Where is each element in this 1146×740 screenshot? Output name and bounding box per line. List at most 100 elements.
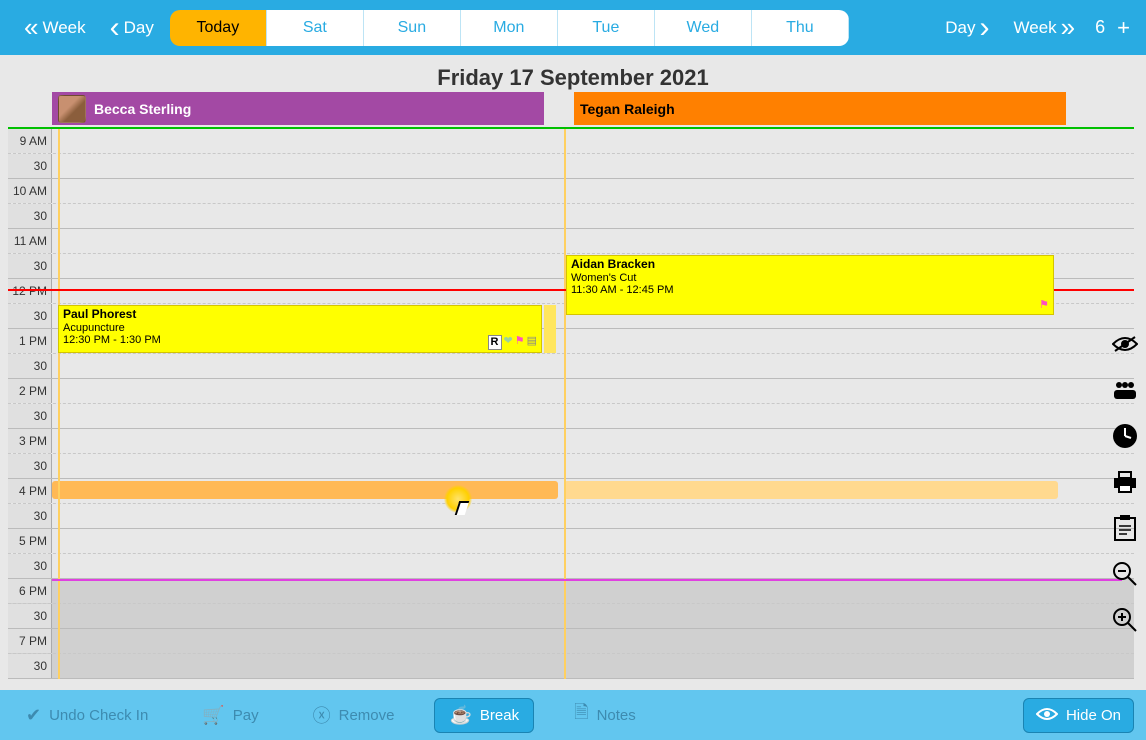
staff-header-row: Becca Sterling Tegan Raleigh — [52, 92, 1134, 125]
time-row[interactable]: 7 PM — [8, 629, 1134, 654]
pay-label: Pay — [233, 707, 259, 724]
count-display: 6 — [1095, 17, 1105, 38]
flag-icon: ⚑ — [515, 335, 525, 350]
side-toolbar — [1104, 330, 1146, 634]
time-band — [564, 481, 1058, 499]
zoom-out-icon[interactable] — [1111, 560, 1139, 588]
time-label: 5 PM — [8, 529, 52, 553]
appointment-edge — [544, 305, 556, 353]
time-label: 30 — [8, 654, 52, 678]
staff-column-becca[interactable]: Becca Sterling — [52, 92, 544, 125]
day-forward-button[interactable]: Day — [933, 11, 1001, 45]
time-label: 9 AM — [8, 129, 52, 153]
time-label: 7 PM — [8, 629, 52, 653]
flag-icon: ⚑ — [1039, 299, 1049, 312]
remove-button[interactable]: ⓧ Remove — [299, 696, 409, 734]
week-forward-label: Week — [1014, 18, 1057, 38]
time-row[interactable]: 30 — [8, 504, 1134, 529]
column-divider — [58, 129, 60, 679]
tab-tue[interactable]: Tue — [558, 10, 655, 46]
appointment-client-name: Aidan Bracken — [571, 258, 1049, 272]
time-row[interactable]: 30 — [8, 654, 1134, 679]
time-row[interactable]: 5 PM — [8, 529, 1134, 554]
break-label: Break — [480, 707, 519, 724]
add-button[interactable] — [1113, 15, 1134, 41]
heart-icon: ❤ — [504, 335, 513, 350]
column-divider — [564, 129, 566, 679]
time-row[interactable]: 30 — [8, 204, 1134, 229]
time-row[interactable]: 30 — [8, 354, 1134, 379]
hide-view-icon[interactable] — [1111, 330, 1139, 358]
pay-button[interactable]: 🛒 Pay — [188, 699, 272, 732]
time-label: 12 PM — [8, 279, 52, 303]
week-back-label: Week — [42, 18, 85, 38]
appointment-time: 11:30 AM - 12:45 PM — [571, 284, 1049, 297]
tab-today[interactable]: Today — [170, 10, 267, 46]
end-of-day-line — [52, 579, 1122, 581]
remove-icon: ⓧ — [313, 702, 331, 728]
cart-icon: 🛒 — [202, 705, 224, 726]
time-row[interactable]: 30 — [8, 554, 1134, 579]
hide-on-label: Hide On — [1066, 707, 1121, 724]
tab-thu[interactable]: Thu — [752, 10, 849, 46]
appointment-icons: ⚑ — [1039, 299, 1049, 312]
clipboard-icon[interactable] — [1111, 514, 1139, 542]
appointment-service: Acupuncture — [63, 322, 537, 335]
chevron-left-icon — [110, 11, 120, 45]
time-row[interactable]: 30 — [8, 454, 1134, 479]
time-label: 30 — [8, 404, 52, 428]
time-label: 10 AM — [8, 179, 52, 203]
week-back-button[interactable]: Week — [12, 12, 98, 43]
time-label: 30 — [8, 604, 52, 628]
notes-button[interactable]: 🗎 Notes — [560, 694, 650, 736]
notes-icon: 🗎 — [574, 700, 588, 730]
undo-checkin-button[interactable]: ✔ Undo Check In — [12, 699, 162, 732]
tab-wed[interactable]: Wed — [655, 10, 752, 46]
date-header: Friday 17 September 2021 — [0, 55, 1146, 97]
time-label: 11 AM — [8, 229, 52, 253]
print-icon[interactable] — [1111, 468, 1139, 496]
day-forward-label: Day — [945, 18, 975, 38]
hide-on-button[interactable]: Hide On — [1023, 698, 1134, 733]
schedule-area: Becca Sterling Tegan Raleigh Paul Phores… — [8, 92, 1134, 690]
time-row[interactable]: 3 PM — [8, 429, 1134, 454]
time-label: 30 — [8, 454, 52, 478]
time-label: 30 — [8, 504, 52, 528]
group-icon[interactable] — [1111, 376, 1139, 404]
time-label: 30 — [8, 254, 52, 278]
time-label: 2 PM — [8, 379, 52, 403]
cursor-icon — [455, 501, 471, 521]
day-tabs: Today Sat Sun Mon Tue Wed Thu — [170, 10, 849, 46]
day-back-label: Day — [124, 18, 154, 38]
staff-column-tegan[interactable]: Tegan Raleigh — [574, 92, 1066, 125]
chevrons-left-icon — [24, 12, 38, 43]
coffee-icon: ☕ — [449, 705, 471, 726]
clock-icon[interactable] — [1111, 422, 1139, 450]
time-label: 4 PM — [8, 479, 52, 503]
appointment-paul[interactable]: Paul Phorest Acupuncture 12:30 PM - 1:30… — [58, 305, 542, 353]
time-grid[interactable]: Paul Phorest Acupuncture 12:30 PM - 1:30… — [8, 127, 1134, 679]
time-row[interactable]: 30 — [8, 154, 1134, 179]
time-row[interactable]: 11 AM — [8, 229, 1134, 254]
tab-sun[interactable]: Sun — [364, 10, 461, 46]
appointment-aidan[interactable]: Aidan Bracken Women's Cut 11:30 AM - 12:… — [566, 255, 1054, 315]
staff-name-tegan: Tegan Raleigh — [580, 101, 675, 117]
time-label: 30 — [8, 304, 52, 328]
appointment-icons: R ❤ ⚑ ▤ — [488, 335, 537, 350]
time-row[interactable]: 9 AM — [8, 129, 1134, 154]
day-back-button[interactable]: Day — [98, 11, 166, 45]
time-row[interactable]: 30 — [8, 604, 1134, 629]
tab-mon[interactable]: Mon — [461, 10, 558, 46]
tab-sat[interactable]: Sat — [267, 10, 364, 46]
time-row[interactable]: 30 — [8, 404, 1134, 429]
time-band — [52, 481, 558, 499]
time-row[interactable]: 2 PM — [8, 379, 1134, 404]
zoom-in-icon[interactable] — [1111, 606, 1139, 634]
time-label: 30 — [8, 354, 52, 378]
break-button[interactable]: ☕ Break — [434, 698, 534, 733]
appointment-client-name: Paul Phorest — [63, 308, 537, 322]
time-row[interactable]: 10 AM — [8, 179, 1134, 204]
time-row[interactable]: 6 PM — [8, 579, 1134, 604]
week-forward-button[interactable]: Week — [1002, 12, 1088, 43]
chevron-right-icon — [980, 11, 990, 45]
